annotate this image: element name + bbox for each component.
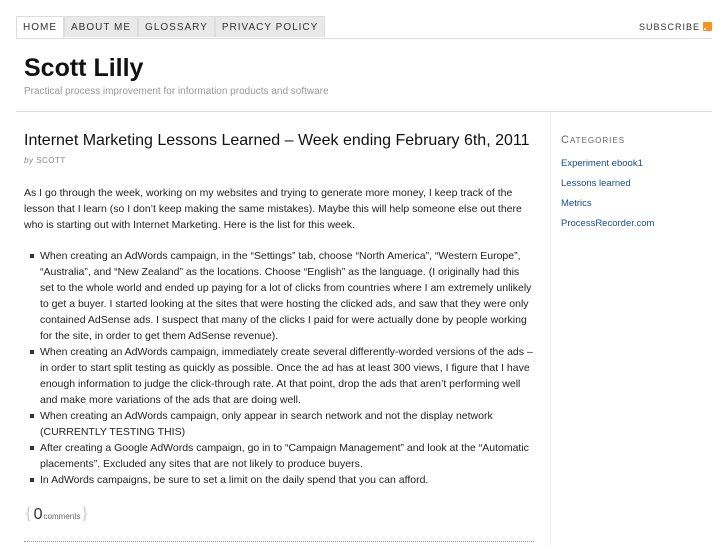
post-byline: by SCOTT	[24, 156, 66, 165]
comments-count: 0	[33, 506, 43, 523]
subscribe-link[interactable]: SUBSCRIBE	[639, 16, 712, 37]
category-experiment-ebook1[interactable]: Experiment ebook1	[561, 154, 711, 174]
sidebar-divider	[550, 112, 551, 545]
right-brace: }	[80, 503, 90, 523]
comments-label: comments	[43, 512, 81, 521]
categories-heading: Categories	[561, 134, 626, 146]
comments-link[interactable]: { 0 comments }	[24, 503, 89, 524]
site-tagline: Practical process improvement for inform…	[24, 86, 329, 97]
top-nav: HOME ABOUT ME GLOSSARY PRIVACY POLICY SU…	[16, 16, 712, 39]
tab-home[interactable]: HOME	[16, 16, 64, 38]
post-title[interactable]: Internet Marketing Lessons Learned – Wee…	[24, 132, 544, 150]
left-brace: {	[24, 503, 33, 523]
sidebar: Categories Experiment ebook1 Lessons lea…	[561, 134, 711, 234]
site-title[interactable]: Scott Lilly	[24, 54, 143, 83]
header-divider	[16, 111, 712, 112]
post-author[interactable]: SCOTT	[36, 156, 66, 165]
nav-tabs: HOME ABOUT ME GLOSSARY PRIVACY POLICY	[16, 16, 712, 38]
post-separator	[24, 541, 534, 542]
tab-about-me[interactable]: ABOUT ME	[64, 16, 139, 37]
byline-prefix: by	[24, 156, 34, 165]
category-lessons-learned[interactable]: Lessons learned	[561, 174, 711, 194]
tab-glossary[interactable]: GLOSSARY	[138, 16, 215, 37]
subscribe-label: SUBSCRIBE	[638, 21, 700, 32]
lessons-list: When creating an AdWords campaign, in th…	[24, 248, 534, 488]
categories-list: Experiment ebook1 Lessons learned Metric…	[561, 154, 711, 234]
tab-privacy-policy[interactable]: PRIVACY POLICY	[214, 16, 326, 37]
category-processrecorder[interactable]: ProcessRecorder.com	[561, 214, 711, 234]
post-intro: As I go through the week, working on my …	[24, 187, 522, 231]
rss-icon	[703, 22, 712, 31]
list-item: After creating a Google AdWords campaign…	[24, 440, 534, 472]
category-metrics[interactable]: Metrics	[561, 194, 711, 214]
list-item: When creating an AdWords campaign, only …	[24, 408, 534, 440]
list-item: When creating an AdWords campaign, in th…	[24, 248, 534, 344]
list-item: In AdWords campaigns, be sure to set a l…	[24, 472, 534, 488]
list-item: When creating an AdWords campaign, immed…	[24, 344, 534, 408]
